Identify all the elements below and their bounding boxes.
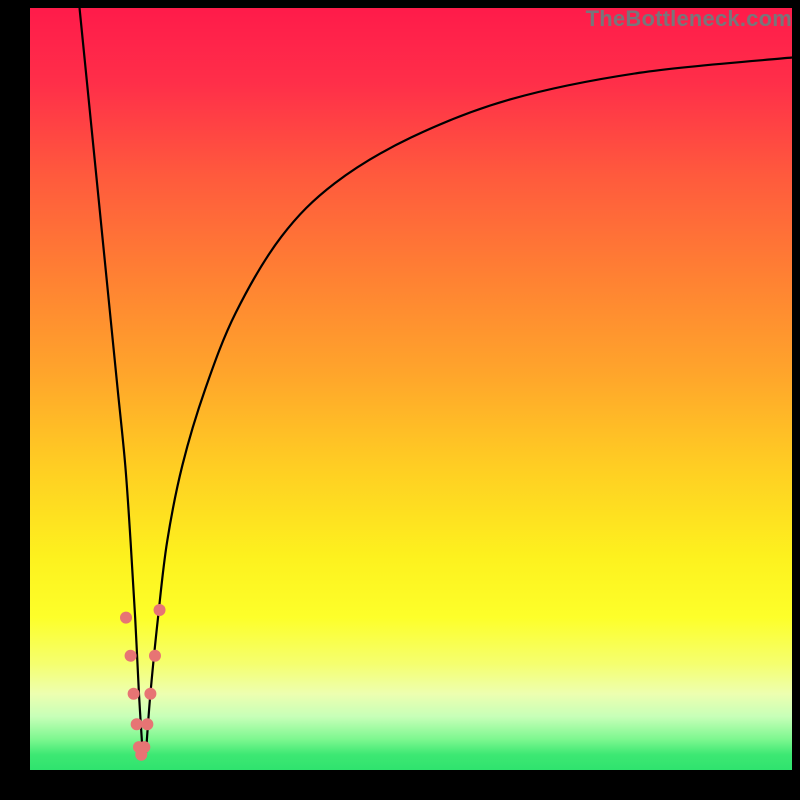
outer-frame: TheBottleneck.com <box>0 0 800 800</box>
chart-svg <box>30 8 792 770</box>
valley-dot <box>125 650 137 662</box>
valley-dot <box>128 688 140 700</box>
curve-left <box>80 8 143 755</box>
valley-dot <box>154 604 166 616</box>
valley-dot <box>141 718 153 730</box>
curve-right <box>146 58 792 755</box>
valley-dots-group <box>120 604 166 761</box>
valley-dot <box>138 741 150 753</box>
valley-dot <box>144 688 156 700</box>
valley-dot <box>131 718 143 730</box>
valley-dot <box>149 650 161 662</box>
valley-dot <box>120 612 132 624</box>
